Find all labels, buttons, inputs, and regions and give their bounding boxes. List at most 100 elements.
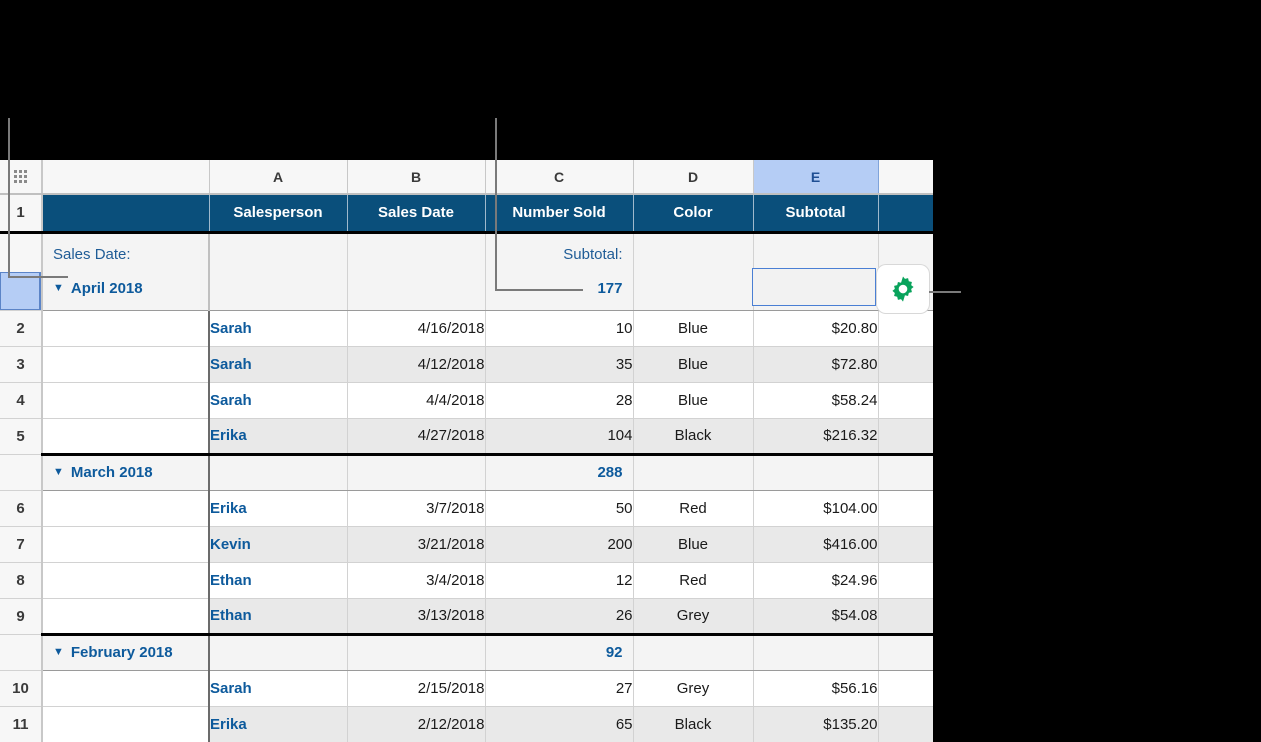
row-header-10[interactable]: 10 (0, 670, 43, 707)
cell-color[interactable]: Blue (633, 346, 754, 383)
group-cell-f[interactable] (878, 452, 933, 491)
row-header-4[interactable]: 4 (0, 382, 43, 419)
cell-extra[interactable] (878, 706, 933, 742)
cell-salesperson[interactable]: Kevin (209, 526, 348, 563)
cell-color[interactable]: Red (633, 562, 754, 599)
row-header-7[interactable]: 7 (0, 526, 43, 563)
cell-sales-date[interactable]: 3/13/2018 (347, 598, 486, 635)
row-header-1[interactable]: 1 (0, 194, 43, 234)
cell-subtotal[interactable]: $72.80 (753, 346, 879, 383)
cell-salesperson[interactable]: Erika (209, 706, 348, 742)
column-header-B[interactable]: B (347, 160, 486, 195)
cell-number-sold[interactable]: 50 (485, 490, 634, 527)
cell-salesperson[interactable]: Erika (209, 418, 348, 455)
cell-number-sold[interactable]: 200 (485, 526, 634, 563)
cell-subtotal[interactable]: $104.00 (753, 490, 879, 527)
cell-subtotal[interactable]: $56.16 (753, 670, 879, 707)
triangle-down-icon[interactable]: ▼ (53, 466, 64, 478)
group-cell-a[interactable] (209, 632, 348, 671)
group-cell-e[interactable] (753, 632, 879, 671)
cell-extra[interactable] (878, 382, 933, 419)
triangle-down-icon[interactable]: ▼ (53, 282, 64, 294)
cell-number-sold[interactable]: 12 (485, 562, 634, 599)
triangle-down-icon[interactable]: ▼ (53, 646, 64, 658)
cell-extra[interactable] (878, 310, 933, 347)
cell-salesperson[interactable]: Sarah (209, 346, 348, 383)
cell-subtotal[interactable]: $20.80 (753, 310, 879, 347)
group-cell-a[interactable] (209, 452, 348, 491)
cell-extra[interactable] (878, 346, 933, 383)
cell-category[interactable] (42, 346, 210, 383)
cell-number-sold[interactable]: 104 (485, 418, 634, 455)
cell-number-sold[interactable]: 65 (485, 706, 634, 742)
row-header-group[interactable] (0, 633, 43, 671)
cell-salesperson[interactable]: Ethan (209, 562, 348, 599)
group-cell-f[interactable] (878, 632, 933, 671)
select-all-button[interactable] (0, 160, 43, 195)
cell-sales-date[interactable]: 3/21/2018 (347, 526, 486, 563)
cell-salesperson[interactable]: Sarah (209, 310, 348, 347)
cell-extra[interactable] (878, 490, 933, 527)
column-header-E[interactable]: E (752, 160, 879, 195)
cell-number-sold[interactable]: 28 (485, 382, 634, 419)
cell-number-sold[interactable]: 10 (485, 310, 634, 347)
group-cell-d[interactable] (633, 452, 754, 491)
summary-cell-d[interactable] (633, 232, 754, 311)
cell-color[interactable]: Blue (633, 310, 754, 347)
group-cell-e[interactable] (753, 452, 879, 491)
cell-subtotal[interactable]: $24.96 (753, 562, 879, 599)
cell-category[interactable] (42, 598, 210, 635)
cell-category[interactable] (42, 490, 210, 527)
cell-sales-date[interactable]: 2/15/2018 (347, 670, 486, 707)
cell-extra[interactable] (878, 526, 933, 563)
row-header-3[interactable]: 3 (0, 346, 43, 383)
column-header-A[interactable]: A (209, 160, 348, 195)
row-header-6[interactable]: 6 (0, 490, 43, 527)
summary-cell-a[interactable] (209, 232, 348, 311)
group-name-february-2018[interactable]: ▼ February 2018 (42, 632, 210, 671)
cell-color[interactable]: Blue (633, 526, 754, 563)
group-cell-b[interactable] (347, 632, 486, 671)
cell-subtotal[interactable]: $54.08 (753, 598, 879, 635)
row-header-selected[interactable] (0, 232, 43, 311)
cell-color[interactable]: Blue (633, 382, 754, 419)
cell-sales-date[interactable]: 2/12/2018 (347, 706, 486, 742)
column-header-blank[interactable] (42, 160, 210, 195)
cell-color[interactable]: Red (633, 490, 754, 527)
column-header-blank[interactable] (878, 160, 933, 195)
cell-sales-date[interactable]: 4/12/2018 (347, 346, 486, 383)
group-category-cell[interactable]: Sales Date: ▼ April 2018 (42, 232, 210, 311)
cell-extra[interactable] (878, 418, 933, 455)
row-header-5[interactable]: 5 (0, 418, 43, 455)
cell-sales-date[interactable]: 4/16/2018 (347, 310, 486, 347)
cell-category[interactable] (42, 706, 210, 742)
cell-number-sold[interactable]: 35 (485, 346, 634, 383)
row-header-11[interactable]: 11 (0, 706, 43, 742)
gear-icon[interactable] (877, 265, 929, 313)
subtotal-number-sold-cell[interactable]: Subtotal: 177 (485, 232, 634, 311)
row-header-8[interactable]: 8 (0, 562, 43, 599)
cell-sales-date[interactable]: 3/7/2018 (347, 490, 486, 527)
summary-cell-b[interactable] (347, 232, 486, 311)
cell-salesperson[interactable]: Sarah (209, 382, 348, 419)
group-cell-b[interactable] (347, 452, 486, 491)
column-header-C[interactable]: C (485, 160, 634, 195)
cell-color[interactable]: Black (633, 706, 754, 742)
cell-subtotal[interactable]: $216.32 (753, 418, 879, 455)
cell-category[interactable] (42, 310, 210, 347)
cell-color[interactable]: Black (633, 418, 754, 455)
column-header-D[interactable]: D (633, 160, 754, 195)
cell-subtotal[interactable]: $416.00 (753, 526, 879, 563)
group-cell-d[interactable] (633, 632, 754, 671)
selected-cell-subtotal[interactable] (752, 268, 876, 306)
cell-sales-date[interactable]: 4/4/2018 (347, 382, 486, 419)
cell-subtotal[interactable]: $135.20 (753, 706, 879, 742)
row-header-2[interactable]: 2 (0, 310, 43, 347)
cell-salesperson[interactable]: Erika (209, 490, 348, 527)
cell-extra[interactable] (878, 562, 933, 599)
cell-subtotal[interactable]: $58.24 (753, 382, 879, 419)
cell-category[interactable] (42, 562, 210, 599)
cell-category[interactable] (42, 418, 210, 455)
cell-color[interactable]: Grey (633, 670, 754, 707)
row-header-group[interactable] (0, 453, 43, 491)
